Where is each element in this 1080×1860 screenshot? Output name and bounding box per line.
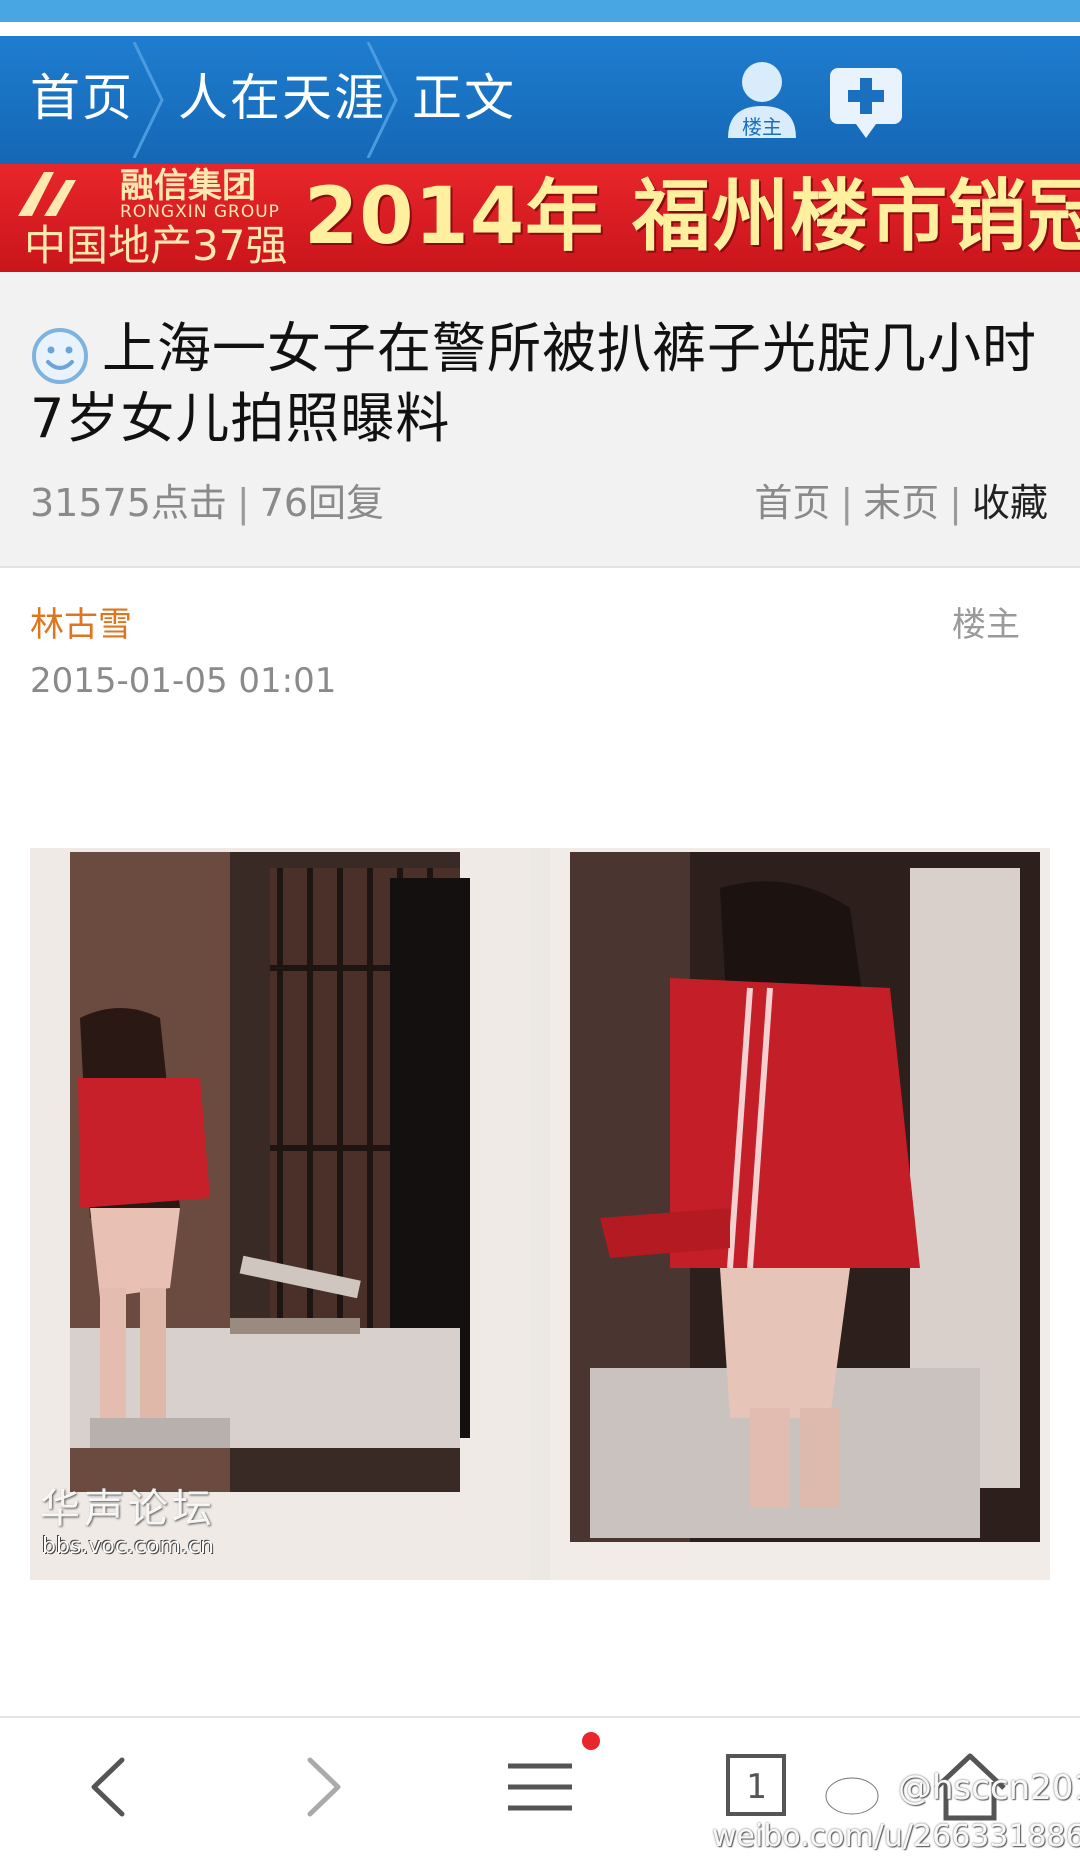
chevron-right-icon (307, 1757, 341, 1817)
weibo-logo-icon (822, 1762, 894, 1818)
chevron-left-icon (91, 1757, 125, 1817)
top-nav-bar: 首页 人在天涯 正文 楼主 (0, 36, 1080, 164)
post-title: 上海一女子在警所被扒裤子光腚几小时 7岁女儿拍照曝料 (30, 317, 1037, 450)
breadcrumb-separator-icon (128, 42, 168, 158)
weibo-url: weibo.com/u/2663318865 (712, 1819, 1080, 1854)
post-time: 2015-01-05 01:01 (30, 661, 337, 701)
author-name[interactable]: 林古雪 (30, 600, 132, 650)
post-header: 上海一女子在警所被扒裤子光腚几小时 7岁女儿拍照曝料 31575点击 | 76回复 … (0, 272, 1080, 568)
page-links: 首页 | 末页 | 收藏 (754, 478, 1048, 528)
svg-text:楼主: 楼主 (742, 115, 782, 139)
breadcrumb-current: 正文 (412, 69, 516, 127)
floor-label: 楼主 (952, 605, 1020, 645)
banner-company-name: 融信集团 (120, 166, 256, 206)
rongxin-logo-icon (14, 170, 84, 218)
weibo-handle: @hsccn2010 (898, 1768, 1080, 1808)
last-page-link[interactable]: 末页 (863, 481, 939, 525)
new-post-button[interactable] (816, 50, 916, 150)
photo-watermark-url: bbs.voc.com.cn (42, 1534, 214, 1559)
banner-company-english: RONGXIN GROUP (120, 202, 280, 222)
back-button[interactable] (60, 1732, 160, 1842)
menu-button[interactable] (490, 1732, 590, 1842)
status-bar (0, 0, 1080, 22)
plus-icon (830, 68, 902, 138)
notification-dot (582, 1732, 600, 1750)
post-stats: 31575点击 | 76回复 (30, 478, 384, 528)
reply-count: 76回复 (259, 481, 385, 525)
user-icon: 楼主 (728, 62, 796, 139)
op-only-button[interactable]: 楼主 (712, 50, 812, 150)
post-photo[interactable]: 华声论坛 bbs.voc.com.cn (30, 848, 1050, 1580)
photo-image (30, 848, 1050, 1580)
click-count: 31575点击 (30, 481, 227, 525)
banner-rank-text: 中国地产37强 (24, 221, 288, 270)
photo-watermark-text: 华声论坛 (40, 1486, 216, 1532)
breadcrumb-section[interactable]: 人在天涯 (178, 36, 386, 164)
breadcrumb-home[interactable]: 首页 (30, 36, 134, 164)
status-gap (0, 22, 1080, 36)
link-separator: | (949, 481, 962, 525)
banner-headline: 2014年 福州楼市销冠 (304, 172, 1080, 262)
link-separator: | (840, 481, 854, 525)
ad-banner[interactable]: 融信集团 RONGXIN GROUP 中国地产37强 2014年 福州楼市销冠 (0, 164, 1080, 272)
menu-icon (508, 1763, 572, 1811)
stats-separator: | (236, 481, 250, 525)
favorite-link[interactable]: 收藏 (972, 481, 1048, 525)
first-page-link[interactable]: 首页 (754, 481, 830, 525)
breadcrumb-separator-icon (362, 42, 402, 158)
forward-button[interactable] (272, 1732, 372, 1842)
